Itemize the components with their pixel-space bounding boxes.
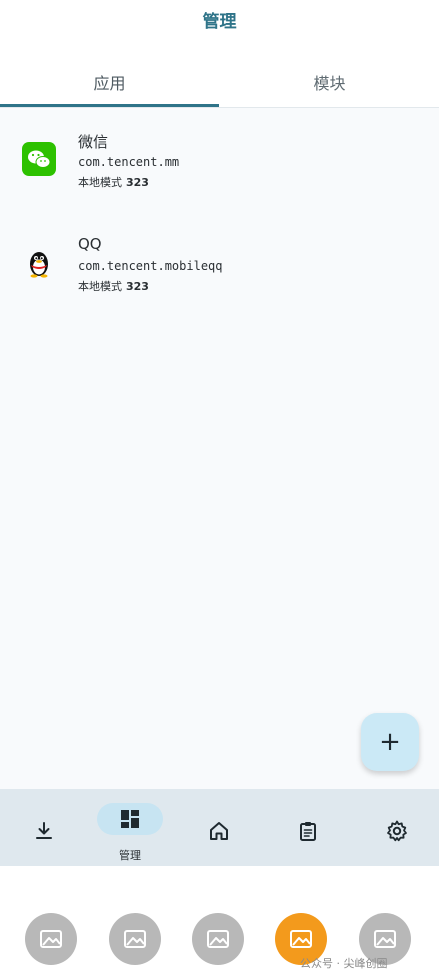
gear-icon	[387, 820, 407, 842]
nav-item-home[interactable]	[175, 789, 263, 866]
qq-penguin-icon	[30, 252, 48, 278]
mode-label: 本地模式	[78, 280, 122, 293]
mode-value: 323	[126, 280, 149, 293]
image-icon	[40, 930, 62, 948]
mode-value: 323	[126, 176, 149, 189]
app-mode: 本地模式 323	[78, 174, 149, 190]
download-icon	[36, 822, 52, 839]
dashboard-icon	[121, 810, 139, 828]
gallery-thumb[interactable]	[109, 913, 161, 965]
top-app-bar: 管理	[0, 0, 439, 56]
gallery-thumb[interactable]	[25, 913, 77, 965]
nav-item-settings[interactable]	[353, 789, 439, 866]
list-item-wechat[interactable]: 微信 com.tencent.mm 本地模式 323	[0, 118, 439, 198]
bottom-navigation: 管理	[0, 789, 439, 866]
app-package: com.tencent.mobileqq	[78, 259, 223, 273]
tab-indicator	[0, 104, 219, 107]
tab-apps[interactable]: 应用	[0, 56, 219, 107]
app-screen: 管理 应用 模块 微信 com.tencent.mm 本地模式 323 QQ c…	[0, 0, 439, 866]
app-package: com.tencent.mm	[78, 155, 180, 169]
image-icon	[374, 930, 396, 948]
page-title: 管理	[202, 12, 237, 32]
image-icon	[124, 930, 146, 948]
nav-item-download[interactable]	[0, 789, 88, 866]
app-name: QQ	[78, 235, 102, 253]
mode-label: 本地模式	[78, 176, 122, 189]
app-name: 微信	[78, 133, 109, 151]
list-item-qq[interactable]: QQ com.tencent.mobileqq 本地模式 323	[0, 222, 439, 302]
wechat-icon	[22, 142, 56, 176]
nav-item-logs[interactable]	[264, 789, 352, 866]
clipboard-icon	[300, 822, 316, 841]
tab-modules[interactable]: 模块	[220, 56, 439, 107]
add-button[interactable]: +	[361, 713, 419, 771]
watermark-text: 公众号 · 尖峰创圈	[300, 957, 388, 970]
gallery-thumb[interactable]	[192, 913, 244, 965]
tab-bar: 应用 模块	[0, 56, 439, 108]
image-icon	[207, 930, 229, 948]
home-icon	[210, 822, 228, 840]
nav-item-manage[interactable]: 管理	[86, 789, 174, 866]
nav-label: 管理	[119, 849, 141, 862]
app-mode: 本地模式 323	[78, 278, 149, 294]
image-icon	[290, 930, 312, 948]
